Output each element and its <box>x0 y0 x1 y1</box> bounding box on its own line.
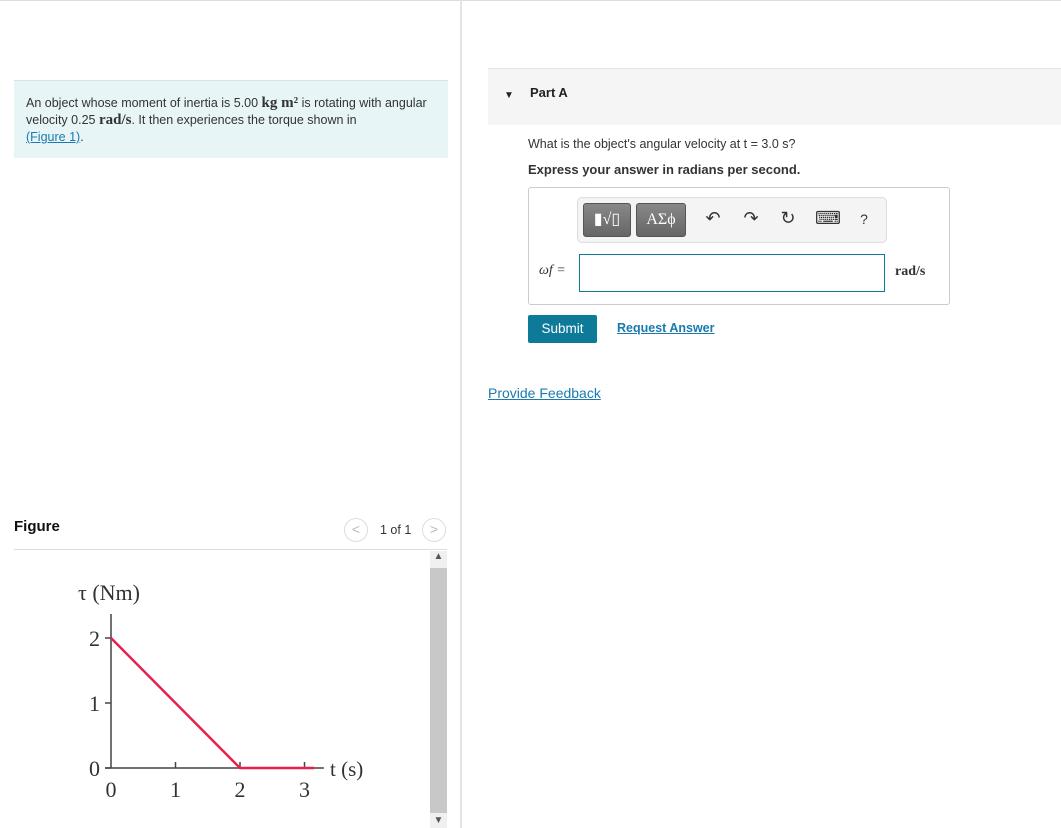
request-answer-link[interactable]: Request Answer <box>617 321 714 335</box>
scroll-up-icon[interactable]: ▲ <box>430 551 447 562</box>
x-axis-label: t (s) <box>330 757 363 781</box>
top-border <box>0 0 1061 1</box>
torque-line <box>110 637 315 770</box>
reset-icon[interactable]: ↻ <box>777 208 799 229</box>
scroll-down-icon[interactable]: ▼ <box>430 815 447 826</box>
panel-divider <box>460 0 462 828</box>
scroll-thumb[interactable] <box>430 568 447 813</box>
prev-figure-button[interactable]: < <box>344 518 368 542</box>
figure-title: Figure <box>14 518 60 535</box>
figure-divider <box>14 549 447 550</box>
y-axis-label: τ (Nm) <box>78 580 140 605</box>
part-a-header[interactable]: ▼ Part A <box>488 68 1061 125</box>
torque-chart: 0 1 2 3 0 1 2 τ (Nm) t (s) <box>78 580 363 802</box>
provide-feedback-link[interactable]: Provide Feedback <box>488 385 601 401</box>
problem-statement: An object whose moment of inertia is 5.0… <box>14 80 448 158</box>
x-tick-label: 1 <box>170 777 181 802</box>
x-tick-label: 3 <box>299 777 310 802</box>
x-tick-label: 0 <box>106 777 117 802</box>
figure-link[interactable]: (Figure 1) <box>26 130 80 144</box>
collapse-triangle-icon[interactable]: ▼ <box>504 90 514 101</box>
answer-unit: rad/s <box>895 264 926 279</box>
x-tick-label: 2 <box>235 777 246 802</box>
y-tick-label: 0 <box>89 756 100 781</box>
instruction-text: Express your answer in radians per secon… <box>528 162 801 177</box>
figure-pager: 1 of 1 <box>380 523 412 537</box>
answer-box: ▮√▯ ΑΣϕ ↶ ↷ ↻ ⌨ ? ωf = rad/s <box>528 187 950 305</box>
figure-scrollbar[interactable]: ▲ ▼ <box>430 551 447 828</box>
text: . It then experiences the torque shown i… <box>131 113 357 127</box>
templates-button[interactable]: ▮√▯ <box>583 203 631 237</box>
unit: rad/s <box>98 112 132 128</box>
redo-icon[interactable]: ↷ <box>740 208 762 229</box>
text: An object whose moment of inertia is 5.0… <box>26 96 262 110</box>
unit: kg m² <box>261 95 299 111</box>
undo-icon[interactable]: ↶ <box>702 208 724 229</box>
part-title: Part A <box>530 85 568 100</box>
answer-label: ωf = <box>539 263 566 278</box>
next-figure-button[interactable]: > <box>422 518 446 542</box>
help-icon[interactable]: ? <box>853 211 875 227</box>
question-text: What is the object's angular velocity at… <box>528 137 796 151</box>
y-tick-label: 1 <box>89 691 100 716</box>
answer-input[interactable] <box>579 254 885 292</box>
y-tick-label: 2 <box>89 626 100 651</box>
text: . <box>80 130 84 144</box>
math-toolbar: ▮√▯ ΑΣϕ ↶ ↷ ↻ ⌨ ? <box>577 197 887 243</box>
submit-button[interactable]: Submit <box>528 315 597 343</box>
greek-symbols-button[interactable]: ΑΣϕ <box>636 203 686 237</box>
keyboard-icon[interactable]: ⌨ <box>815 208 841 229</box>
